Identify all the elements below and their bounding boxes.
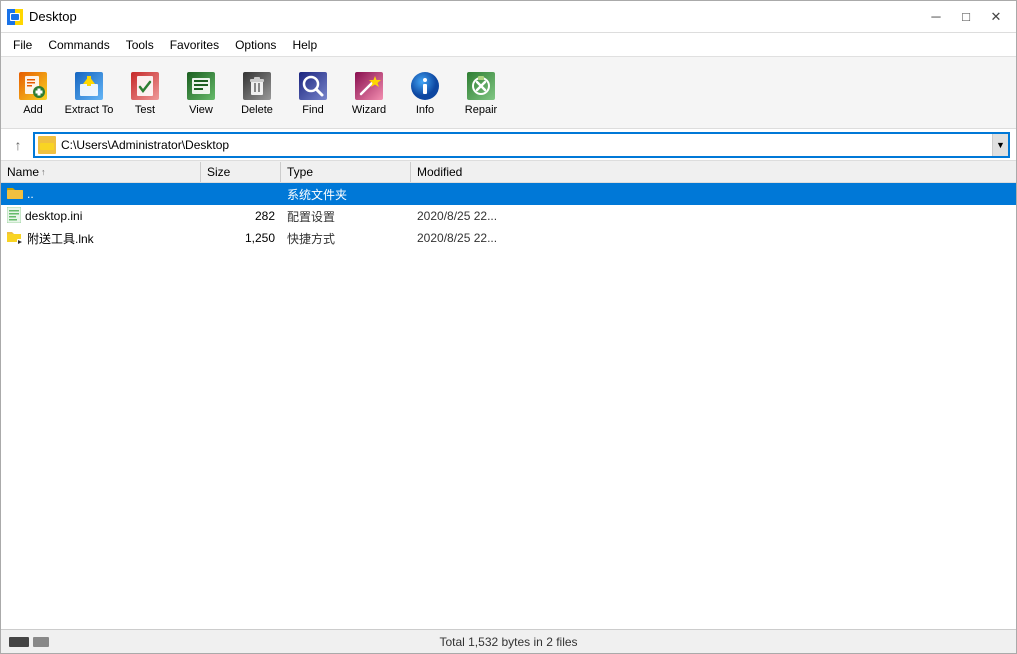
file-name-desktop-ini: desktop.ini — [1, 205, 201, 228]
toolbar: Add Extract To — [1, 57, 1016, 129]
file-row-desktop-ini[interactable]: desktop.ini 282 配置设置 2020/8/25 22... — [1, 205, 1016, 227]
ini-file-icon — [7, 207, 21, 226]
main-window: Desktop ─ □ ✕ File Commands Tools Favori… — [0, 0, 1017, 654]
title-bar-left: Desktop — [7, 9, 77, 25]
status-text: Total 1,532 bytes in 2 files — [89, 635, 928, 649]
column-name[interactable]: Name ↑ — [1, 162, 201, 182]
wizard-button[interactable]: Wizard — [343, 63, 395, 123]
file-modified-fj-tools: 2020/8/25 22... — [411, 229, 1016, 247]
extract-icon — [73, 70, 105, 102]
winrar-icon — [7, 9, 23, 25]
size-column-label: Size — [207, 165, 230, 179]
column-modified[interactable]: Modified — [411, 162, 1016, 182]
delete-icon — [241, 70, 273, 102]
modified-column-label: Modified — [417, 165, 462, 179]
repair-button[interactable]: Repair — [455, 63, 507, 123]
type-column-label: Type — [287, 165, 313, 179]
minimize-button[interactable]: ─ — [922, 6, 950, 28]
address-folder-icon — [38, 136, 56, 154]
address-path[interactable]: C:\Users\Administrator\Desktop — [59, 136, 992, 154]
find-button[interactable]: Find — [287, 63, 339, 123]
find-label: Find — [302, 104, 323, 116]
fj-tools-name: 附送工具.lnk — [27, 230, 94, 247]
status-bar: Total 1,532 bytes in 2 files — [1, 629, 1016, 653]
wizard-icon — [353, 70, 385, 102]
file-type-parent: 系统文件夹 — [281, 184, 411, 205]
test-icon — [129, 70, 161, 102]
name-column-label: Name — [7, 165, 39, 179]
test-label: Test — [135, 104, 155, 116]
dropdown-arrow-icon: ▼ — [996, 140, 1005, 150]
add-label: Add — [23, 104, 43, 116]
column-size[interactable]: Size — [201, 162, 281, 182]
up-arrow-icon: ↑ — [15, 137, 22, 153]
navigate-up-button[interactable]: ↑ — [7, 134, 29, 156]
find-icon — [297, 70, 329, 102]
file-type-desktop-ini: 配置设置 — [281, 206, 411, 227]
file-list: Name ↑ Size Type Modified — [1, 161, 1016, 249]
network-icon — [33, 637, 49, 647]
file-modified-parent — [411, 192, 1016, 196]
menu-file[interactable]: File — [5, 36, 40, 54]
menu-help[interactable]: Help — [284, 36, 325, 54]
view-button[interactable]: View — [175, 63, 227, 123]
delete-button[interactable]: Delete — [231, 63, 283, 123]
extract-to-button[interactable]: Extract To — [63, 63, 115, 123]
menu-favorites[interactable]: Favorites — [162, 36, 227, 54]
folder-up-icon — [7, 186, 23, 203]
title-bar: Desktop ─ □ ✕ — [1, 1, 1016, 33]
file-name-fj-tools: 附送工具.lnk — [1, 227, 201, 250]
menu-tools[interactable]: Tools — [118, 36, 162, 54]
menu-commands[interactable]: Commands — [40, 36, 117, 54]
view-icon — [185, 70, 217, 102]
delete-label: Delete — [241, 104, 273, 116]
file-modified-desktop-ini: 2020/8/25 22... — [411, 207, 1016, 225]
title-controls: ─ □ ✕ — [922, 6, 1010, 28]
test-button[interactable]: Test — [119, 63, 171, 123]
file-list-header: Name ↑ Size Type Modified — [1, 161, 1016, 183]
wizard-label: Wizard — [352, 104, 386, 116]
address-bar: ↑ C:\Users\Administrator\Desktop ▼ — [1, 129, 1016, 161]
desktop-ini-name: desktop.ini — [25, 209, 82, 223]
file-type-fj-tools: 快捷方式 — [281, 228, 411, 249]
info-button[interactable]: Info — [399, 63, 451, 123]
file-name-parent: .. — [1, 184, 201, 205]
file-row-parent[interactable]: .. 系统文件夹 — [1, 183, 1016, 205]
file-size-desktop-ini: 282 — [201, 207, 281, 225]
column-type[interactable]: Type — [281, 162, 411, 182]
add-button[interactable]: Add — [7, 63, 59, 123]
info-icon — [409, 70, 441, 102]
info-label: Info — [416, 104, 434, 116]
view-label: View — [189, 104, 213, 116]
extract-to-label: Extract To — [65, 104, 114, 116]
maximize-button[interactable]: □ — [952, 6, 980, 28]
file-size-fj-tools: 1,250 — [201, 229, 281, 247]
repair-label: Repair — [465, 104, 497, 116]
file-row-fj-tools[interactable]: 附送工具.lnk 1,250 快捷方式 2020/8/25 22... — [1, 227, 1016, 249]
address-dropdown-button[interactable]: ▼ — [992, 134, 1008, 156]
drive-icon — [9, 637, 29, 647]
add-icon — [17, 70, 49, 102]
repair-icon — [465, 70, 497, 102]
status-bar-left — [9, 637, 89, 647]
address-box: C:\Users\Administrator\Desktop ▼ — [33, 132, 1010, 158]
file-list-wrapper: Name ↑ Size Type Modified — [1, 161, 1016, 629]
menu-options[interactable]: Options — [227, 36, 284, 54]
parent-dir-name: .. — [27, 187, 34, 201]
close-button[interactable]: ✕ — [982, 6, 1010, 28]
lnk-file-icon — [7, 229, 23, 248]
file-size-parent — [201, 192, 281, 196]
menu-bar: File Commands Tools Favorites Options He… — [1, 33, 1016, 57]
window-title: Desktop — [29, 9, 77, 24]
sort-arrow-icon: ↑ — [41, 167, 46, 177]
